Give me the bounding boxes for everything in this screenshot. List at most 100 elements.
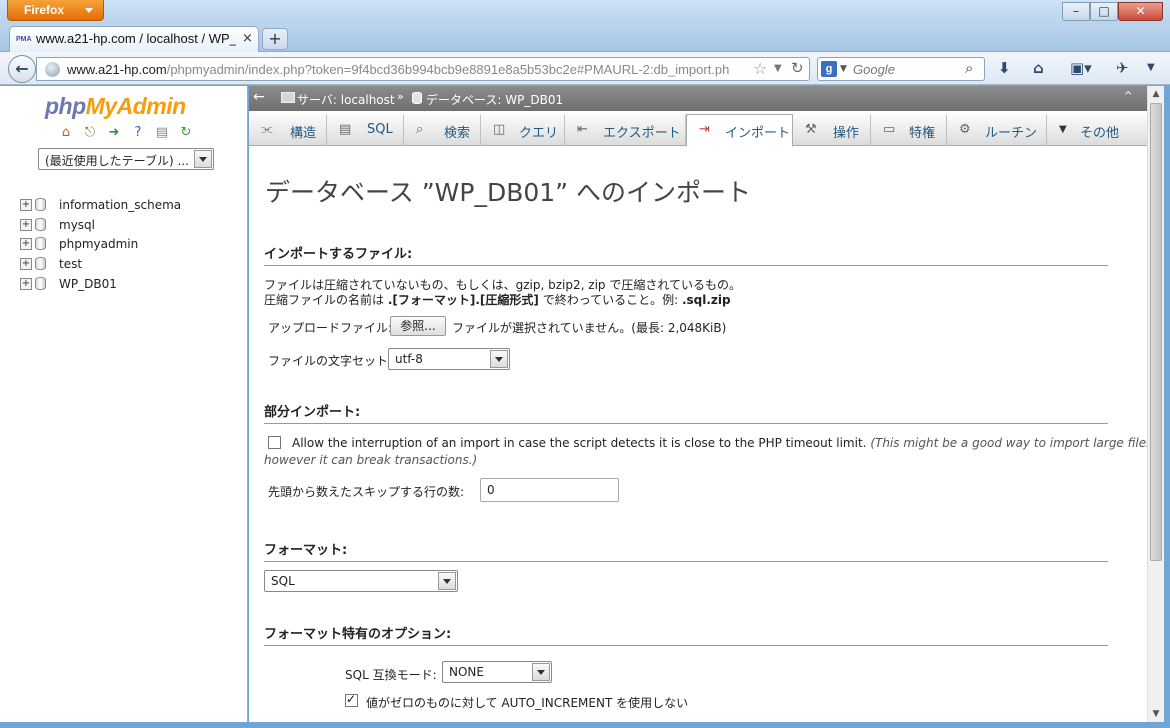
tab-close-icon[interactable]: × <box>242 31 253 46</box>
browser-tab-active[interactable]: PMA www.a21-hp.com / localhost / WP_... … <box>9 26 259 52</box>
tab-export[interactable]: ⇤ エクスポート <box>565 115 686 146</box>
tab-label: ルーチン <box>985 126 1038 141</box>
url-text: www.a21-hp.com/phpmyadmin/index.php?toke… <box>67 62 757 77</box>
pma-main-panel: ← サーバ: localhost » データベース: WP_DB01 ⌃ ⫘ 構… <box>249 86 1147 722</box>
routines-icon: ⚙ <box>959 122 971 137</box>
scroll-up-icon[interactable]: ▲ <box>1148 86 1164 102</box>
navigation-toolbar: ← www.a21-hp.com/phpmyadmin/index.php?to… <box>0 52 1170 85</box>
window-frame-bottom <box>0 722 1170 728</box>
browse-file-button[interactable]: 参照... <box>390 316 446 336</box>
phpmyadmin-logo[interactable]: phpMyAdmin <box>45 93 186 120</box>
tab-label: 操作 <box>833 126 860 141</box>
minimize-button[interactable]: – <box>1062 2 1090 21</box>
section-heading-file: インポートするファイル: <box>264 243 1108 266</box>
section-heading-format-options: フォーマット特有のオプション: <box>264 623 1108 646</box>
interrupt-note: (This might be a good way to import larg… <box>870 436 1147 450</box>
tab-structure[interactable]: ⫘ 構造 <box>249 115 327 146</box>
expand-plus-icon[interactable]: + <box>20 258 32 271</box>
maximize-button[interactable]: □ <box>1090 2 1118 21</box>
expand-plus-icon[interactable]: + <box>20 238 32 251</box>
tab-sql[interactable]: ▤ SQL <box>327 115 404 146</box>
database-name[interactable]: phpmyadmin <box>59 237 138 251</box>
back-arrow-icon[interactable]: ← <box>253 89 265 105</box>
query-icon: ◫ <box>493 122 506 137</box>
url-bar[interactable]: www.a21-hp.com/phpmyadmin/index.php?toke… <box>36 57 810 81</box>
window-titlebar: Firefox – □ ✕ <box>0 0 1170 24</box>
documentation-icon[interactable]: ▤ <box>154 125 170 141</box>
interrupt-note-continued: however it can break transactions.) <box>264 453 478 467</box>
tab-search[interactable]: ⌕ 検索 <box>404 115 481 146</box>
logout-icon[interactable]: ⎋ <box>82 125 98 141</box>
no-auto-increment-checkbox[interactable] <box>345 692 358 707</box>
query-window-icon[interactable]: ➜ <box>106 125 122 141</box>
tab-query[interactable]: ◫ クエリ <box>481 115 565 146</box>
bookmark-star-icon[interactable]: ☆ <box>753 59 767 78</box>
upload-status: ファイルが選択されていません。(最長: 2,048KiB) <box>452 321 727 335</box>
search-box[interactable]: g ▼ Google ⌕ <box>817 57 985 81</box>
section-heading-partial: 部分インポート: <box>264 401 1108 424</box>
reload-nav-icon[interactable]: ↻ <box>178 125 194 141</box>
tab-routines[interactable]: ⚙ ルーチン <box>947 115 1047 146</box>
skip-rows-input[interactable]: 0 <box>480 478 619 502</box>
charset-select[interactable]: utf-8 <box>388 348 510 370</box>
allow-interrupt-checkbox[interactable] <box>268 436 281 449</box>
recent-tables-value: (最近使用したテーブル) ... <box>45 154 189 168</box>
no-auto-increment-label: 値がゼロのものに対して AUTO_INCREMENT を使用しない <box>366 696 689 710</box>
scroll-down-icon[interactable]: ▼ <box>1148 706 1164 722</box>
tab-privileges[interactable]: ▭ 特権 <box>871 115 947 146</box>
chevron-down-icon[interactable] <box>490 350 508 368</box>
tab-import[interactable]: ⇥ インポート <box>686 114 793 147</box>
addon-icon[interactable]: ✈ <box>1116 59 1129 77</box>
note-mid: で終わっていること。例: <box>538 293 682 307</box>
file-compression-note: 圧縮ファイルの名前は .[フォーマット].[圧縮形式] で終わっていること。例:… <box>264 291 731 308</box>
database-icon <box>35 276 46 290</box>
url-host: www.a21-hp.com <box>67 62 167 77</box>
sql-compat-select[interactable]: NONE <box>442 661 552 683</box>
chevron-down-icon[interactable] <box>532 663 550 681</box>
expand-plus-icon[interactable]: + <box>20 199 32 211</box>
sql-compat-value: NONE <box>449 665 484 679</box>
scrollbar-thumb[interactable] <box>1150 103 1162 561</box>
database-name[interactable]: information_schema <box>59 198 181 212</box>
note-bold: .[フォーマット].[圧縮形式] <box>387 293 539 307</box>
search-magnifier-icon[interactable]: ⌕ <box>965 59 973 77</box>
reload-icon[interactable]: ↻ <box>791 59 804 77</box>
docs-help-icon[interactable]: ? <box>130 125 146 141</box>
database-name[interactable]: mysql <box>59 218 95 232</box>
google-engine-icon[interactable]: g <box>821 61 837 77</box>
firefox-menu-button[interactable]: Firefox <box>7 0 104 21</box>
note-example: .sql.zip <box>681 293 731 307</box>
toolbar-overflow-icon[interactable]: ▼ <box>1147 62 1155 73</box>
note-prefix: 圧縮ファイルの名前は <box>264 293 388 307</box>
new-tab-button[interactable]: + <box>262 28 288 50</box>
database-name[interactable]: test <box>59 257 82 271</box>
phpmyadmin-favicon-icon: PMA <box>16 36 32 43</box>
sql-compat-label: SQL 互換モード: <box>345 668 437 682</box>
section-heading-format: フォーマット: <box>264 539 1108 562</box>
database-icon <box>35 257 46 271</box>
home-icon[interactable]: ⌂ <box>58 125 74 141</box>
recent-tables-select[interactable]: (最近使用したテーブル) ... <box>38 148 214 170</box>
home-icon[interactable]: ⌂ <box>1033 59 1044 77</box>
chevron-down-icon[interactable] <box>438 572 456 590</box>
pma-navigation-panel: phpMyAdmin ⌂ ⎋ ➜ ? ▤ ↻ (最近使用したテーブル) ... … <box>0 86 248 722</box>
skip-rows-value: 0 <box>487 483 495 497</box>
close-window-button[interactable]: ✕ <box>1118 2 1163 21</box>
url-history-dropdown-icon[interactable]: ▼ <box>774 63 782 74</box>
expand-plus-icon[interactable]: + <box>20 218 32 231</box>
vertical-scrollbar[interactable]: ▲ ▼ <box>1147 86 1164 722</box>
chevron-down-icon[interactable] <box>194 150 212 168</box>
tab-operations[interactable]: ⚒ 操作 <box>793 115 871 146</box>
search-engine-dropdown-icon[interactable]: ▼ <box>840 64 847 74</box>
format-select[interactable]: SQL <box>264 570 458 592</box>
logo-php: php <box>45 93 86 119</box>
breadcrumb-database[interactable]: データベース: WP_DB01 <box>426 91 563 108</box>
bookmarks-icon[interactable]: ▣▾ <box>1070 59 1092 77</box>
expand-plus-icon[interactable]: + <box>20 277 32 290</box>
breadcrumb-server[interactable]: サーバ: localhost <box>297 91 395 108</box>
back-button[interactable]: ← <box>8 55 36 83</box>
tab-more[interactable]: ▼ その他 <box>1047 115 1130 146</box>
database-name[interactable]: WP_DB01 <box>59 277 117 291</box>
downloads-icon[interactable]: ⬇ <box>998 59 1011 77</box>
collapse-up-icon[interactable]: ⌃ <box>1122 88 1135 106</box>
